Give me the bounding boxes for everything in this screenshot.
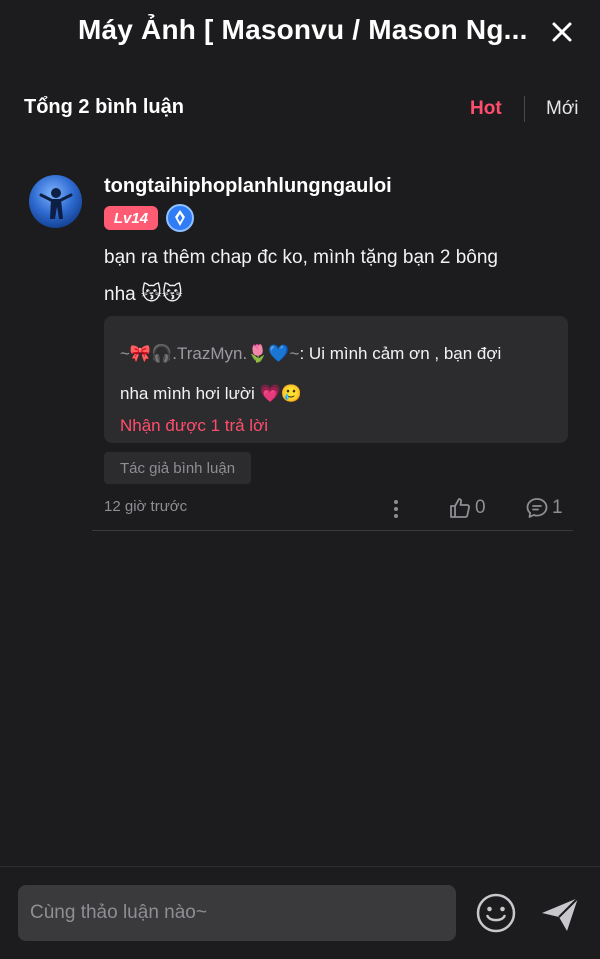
send-icon [542, 897, 579, 931]
like-count: 0 [475, 497, 486, 518]
comment-text-line2: nha [104, 284, 136, 305]
comment-input[interactable] [18, 885, 456, 941]
author-comment-tag: Tác giả bình luận [104, 452, 251, 484]
comment-username[interactable]: tongtaihiphoplanhlungngauloi [104, 175, 392, 198]
reply-text-line2: nha mình hơi lười [120, 384, 255, 403]
reply-preview[interactable]: ~🎀🎧.TrazMyn.🌷💙~: Ui mình cảm ơn , bạn đợ… [104, 316, 568, 443]
comment-emojis: 😽😽 [140, 283, 183, 305]
reply-button[interactable]: 1 [525, 494, 563, 522]
thumbs-up-icon [450, 498, 470, 518]
reply-author[interactable]: ~🎀🎧.TrazMyn.🌷💙~ [120, 344, 299, 363]
avatar[interactable] [29, 175, 82, 228]
reply-emojis: 💗🥲 [259, 384, 302, 403]
more-vertical-icon [394, 500, 398, 518]
comments-panel: Máy Ảnh [ Masonvu / Mason Ng... Tổng 2 b… [0, 0, 600, 959]
sort-bar: Tổng 2 bình luận Hot Mới [0, 86, 600, 130]
view-replies-link[interactable]: Nhận được 1 trả lời [120, 416, 268, 436]
comment-time: 12 giờ trước [104, 498, 188, 515]
reply-preview-text: ~🎀🎧.TrazMyn.🌷💙~: Ui mình cảm ơn , bạn đợ… [120, 334, 556, 414]
header: Máy Ảnh [ Masonvu / Mason Ng... [0, 0, 600, 64]
emoji-button[interactable] [474, 891, 518, 935]
level-badge: Lv14 [104, 206, 158, 230]
avatar-figure-icon [39, 188, 73, 219]
comment-bubble-icon [526, 498, 548, 518]
tab-divider [524, 96, 525, 122]
page-title: Máy Ảnh [ Masonvu / Mason Ng... [78, 14, 528, 45]
close-icon [552, 22, 572, 42]
send-button[interactable] [538, 892, 582, 936]
reply-count: 1 [552, 497, 563, 518]
smiley-icon [476, 893, 516, 933]
vip-shield-icon [166, 204, 194, 232]
comment-total: Tổng 2 bình luận [24, 96, 184, 118]
composer-divider [0, 866, 600, 867]
comment-divider [92, 530, 573, 531]
more-options-button[interactable] [386, 496, 406, 522]
tab-hot[interactable]: Hot [470, 98, 502, 120]
comment-body: bạn ra thêm chap đc ko, mình tặng bạn 2 … [104, 240, 564, 313]
reply-text-line1: : Ui mình cảm ơn , bạn đợi [299, 344, 502, 363]
tab-new[interactable]: Mới [546, 98, 579, 120]
like-button[interactable]: 0 [448, 494, 486, 522]
close-button[interactable] [546, 16, 578, 48]
comment-text-line1: bạn ra thêm chap đc ko, mình tặng bạn 2 … [104, 247, 498, 268]
